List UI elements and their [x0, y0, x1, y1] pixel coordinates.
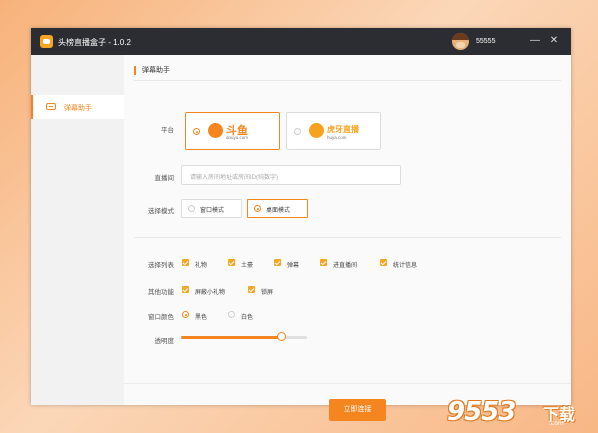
sidebar-item-label: 弹幕助手 [64, 105, 92, 112]
connect-button[interactable]: 立即连接 [329, 399, 386, 421]
platform-domain: huya.com [327, 135, 347, 140]
section-divider [134, 80, 561, 81]
site-watermark: 9553 下载 .com [447, 397, 597, 431]
section-divider [134, 237, 561, 238]
checkbox-danmu[interactable] [274, 259, 281, 266]
color-option-label: 黑色 [195, 315, 208, 321]
opacity-slider[interactable] [181, 332, 307, 341]
checkbox-label: 礼物 [195, 263, 208, 269]
opacity-slider-handle[interactable] [277, 332, 287, 341]
checkbox-label: 统计信息 [393, 263, 418, 269]
platform-name: 虎牙直播 [327, 125, 359, 134]
mode-option-window[interactable]: 窗口模式 [181, 199, 242, 218]
color-radio-black[interactable] [182, 311, 189, 318]
close-button[interactable]: ✕ [547, 34, 561, 48]
watermark-number: 9553 [447, 397, 516, 427]
mode-option-label: 桌面模式 [266, 208, 291, 214]
mode-radio[interactable] [254, 205, 261, 212]
mode-label: 选择模式 [148, 208, 174, 215]
sidebar-item-danmu-assistant[interactable]: 弹幕助手 [31, 95, 124, 119]
huya-logo: 虎牙直播 huya.com [309, 121, 375, 143]
room-input-placeholder: 请输入房间地址或房间ID(纯数字) [190, 175, 278, 181]
footer-divider [124, 383, 571, 384]
checkbox-gift[interactable] [182, 259, 189, 266]
checkbox-tuhao[interactable] [228, 259, 235, 266]
douyu-fish-icon [208, 123, 223, 138]
platform-option-douyu[interactable]: 斗鱼 douyu.com [185, 112, 280, 150]
app-window: 头榜直播盒子 - 1.0.2 55555 — ✕ 弹幕助手 弹幕助手 平台 斗鱼… [31, 28, 571, 421]
platform-domain: douyu.com [226, 135, 249, 140]
platform-radio[interactable] [193, 128, 200, 135]
checkbox-label: 土豪 [241, 263, 254, 269]
list-label: 选择列表 [148, 262, 174, 269]
color-label: 窗口颜色 [148, 314, 174, 321]
watermark-domain: .com [549, 420, 564, 427]
section-title: 弹幕助手 [134, 66, 170, 75]
douyu-logo: 斗鱼 douyu.com [208, 121, 274, 143]
checkbox-lock-screen[interactable] [248, 286, 255, 293]
title-bar: 头榜直播盒子 - 1.0.2 55555 — ✕ [31, 28, 571, 55]
opacity-slider-fill [181, 336, 282, 339]
mode-radio[interactable] [188, 205, 195, 212]
mode-option-label: 窗口模式 [200, 208, 225, 214]
platform-label: 平台 [161, 127, 174, 134]
checkbox-label: 锁屏 [261, 290, 274, 296]
app-title: 头榜直播盒子 - 1.0.2 [58, 38, 131, 47]
platform-option-huya[interactable]: 虎牙直播 huya.com [286, 112, 381, 150]
main-content: 弹幕助手 平台 斗鱼 douyu.com 虎牙直播 huya.com 直播间 请… [124, 55, 571, 421]
opacity-label: 透明度 [154, 338, 175, 345]
chat-icon [46, 103, 56, 110]
minimize-button[interactable]: — [528, 34, 542, 48]
huya-mascot-icon [309, 123, 324, 138]
user-avatar[interactable] [452, 33, 469, 50]
mode-option-desktop[interactable]: 桌面模式 [247, 199, 308, 218]
room-label: 直播间 [154, 175, 175, 182]
checkbox-label: 进直播间 [333, 263, 358, 269]
platform-radio[interactable] [294, 128, 301, 135]
color-radio-white[interactable] [228, 311, 235, 318]
checkbox-label: 弹幕 [287, 263, 300, 269]
app-logo-icon [40, 35, 53, 48]
checkbox-block-small-gift[interactable] [182, 286, 189, 293]
username[interactable]: 55555 [476, 38, 495, 45]
checkbox-label: 屏蔽小礼物 [195, 290, 226, 296]
color-option-label: 白色 [241, 315, 254, 321]
checkbox-enter-room[interactable] [320, 259, 327, 266]
checkbox-statistics[interactable] [380, 259, 387, 266]
room-input[interactable]: 请输入房间地址或房间ID(纯数字) [181, 165, 401, 185]
other-label: 其他功能 [148, 289, 174, 296]
sidebar: 弹幕助手 [31, 55, 124, 405]
